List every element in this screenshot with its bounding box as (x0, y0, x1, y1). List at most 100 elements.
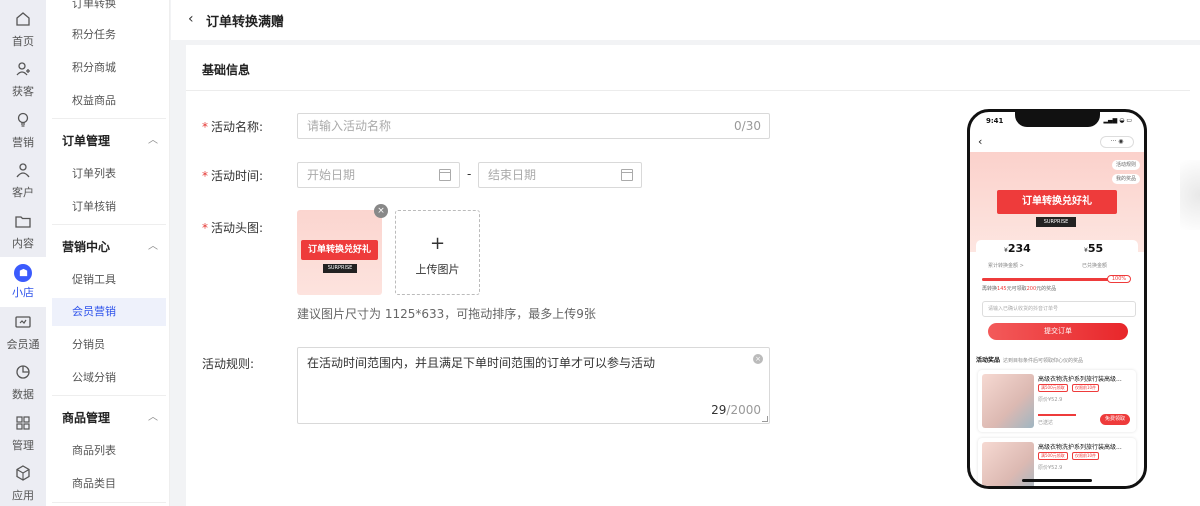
phone-amount-left-caption: 累计转换金额 > (988, 263, 1024, 269)
phone-amount-left: ¥234 (1004, 242, 1031, 255)
rail-item-folder[interactable]: 内容 (0, 206, 46, 256)
thumbnail-tag: SURPRISE (323, 264, 357, 273)
chevron-up-icon: ︿ (148, 412, 158, 423)
rail-item-grid[interactable]: 管理 (0, 408, 46, 458)
menu-item-points-mall[interactable]: 积分商城 (52, 54, 166, 82)
rules-char-count: 29/2000 (711, 403, 761, 417)
start-date-placeholder: 开始日期 (307, 168, 356, 182)
grid-icon (14, 414, 32, 437)
bulb-icon (14, 111, 32, 134)
note-post: 元的奖品 (1036, 286, 1057, 292)
rail-item-label: 应用 (12, 489, 34, 502)
menu-item-goods-category[interactable]: 商品类目 (52, 470, 166, 498)
phone-submit-button: 提交订单 (988, 323, 1128, 340)
menu-item-order-list[interactable]: 订单列表 (52, 160, 166, 188)
product-progress (1038, 414, 1076, 416)
activity-rules-textarea[interactable]: 在活动时间范围内，并且满足下单时间范围的订单才可以参与活动 × 29/2000 (297, 347, 770, 424)
user-add-icon (14, 60, 32, 83)
calendar-icon (621, 169, 633, 181)
activity-time-label: * 活动时间: (202, 167, 263, 184)
product-price: 原价¥52.9 (1038, 397, 1063, 403)
menu-item-benefit-goods[interactable]: 权益商品 (52, 87, 166, 115)
menu-item-promo-tools[interactable]: 促销工具 (52, 266, 166, 294)
phone-progress-fill (982, 278, 1112, 281)
product-price: 原价¥52.9 (1038, 465, 1063, 471)
note-pre: 再转换 (982, 286, 998, 292)
start-date-input[interactable]: 开始日期 (297, 162, 460, 188)
upload-image-button[interactable]: + 上传图片 (395, 210, 480, 295)
product-status: 已送达 (1038, 420, 1054, 426)
product-chip: 仅限前10件 (1072, 452, 1100, 460)
menu-group-goods-label: 商品管理 (62, 411, 111, 425)
phone-status-icons: ▂▄▆ ◒ ▭ (1103, 117, 1132, 124)
note-mid: 元可领取 (1006, 286, 1027, 292)
rail-item-label: 首页 (12, 34, 34, 48)
phone-rules-pill: 活动规则 (1111, 160, 1140, 170)
end-date-placeholder: 结束日期 (488, 168, 537, 182)
prize-title: 活动奖品 (976, 357, 1001, 364)
prize-subtitle: 达到目标条件后可领取仰心仪的奖品 (1003, 358, 1084, 364)
phone-amount-right: ¥55 (1084, 242, 1103, 255)
section-divider (186, 90, 1190, 91)
menu-item-points-tasks[interactable]: 积分任务 (52, 21, 166, 49)
phone-amount-right-caption: 已兑换金额 (1082, 263, 1108, 269)
miniapp-capsule-icon: ··· ◉ (1100, 136, 1134, 148)
activity-name-input[interactable]: 请输入活动名称 0/30 (297, 113, 770, 139)
uploaded-image-thumbnail[interactable]: 订单转换兑好礼 SURPRISE (297, 210, 382, 295)
rail-item-bulb[interactable]: 营销 (0, 105, 46, 155)
activity-name-placeholder: 请输入活动名称 (307, 119, 392, 133)
rail-item-home[interactable]: 首页 (0, 4, 46, 54)
menu-item-goods-list[interactable]: 商品列表 (52, 437, 166, 465)
clear-icon[interactable]: × (753, 354, 763, 364)
phone-amount-right-value: 55 (1087, 242, 1104, 255)
shop-icon (14, 263, 32, 284)
menu-group-marketing[interactable]: 营销中心 ︿ (52, 233, 166, 261)
rail-item-member-card[interactable]: 会员通 (0, 307, 46, 357)
phone-progress-bar (982, 278, 1112, 281)
home-icon (14, 10, 32, 33)
required-mark: * (202, 169, 208, 183)
menu-divider (52, 502, 166, 503)
phone-amount-left-value: 234 (1007, 242, 1031, 255)
menu-item-order-convert[interactable]: 订单转换 (52, 0, 166, 18)
chevron-left-icon[interactable]: ‹ (188, 11, 194, 27)
phone-prizes-pill: 我的奖品 (1111, 174, 1140, 184)
rail-item-cube[interactable]: 应用 (0, 459, 46, 506)
date-range-separator: - (467, 167, 472, 181)
chevron-up-icon: ︿ (148, 135, 158, 146)
phone-clock: 9:41 (986, 117, 1004, 125)
activity-image-label-text: 活动头图: (211, 221, 264, 235)
rail-item-shop[interactable]: 小店 (0, 256, 46, 307)
menu-item-distributor[interactable]: 分销员 (52, 331, 166, 359)
rail-item-label: 内容 (12, 236, 34, 250)
rail-item-user[interactable]: 客户 (0, 156, 46, 206)
product-chip: 满500元领取 (1038, 452, 1068, 460)
menu-item-member-marketing[interactable]: 会员营销 (52, 298, 166, 326)
char-count: 0/30 (734, 119, 761, 133)
upload-image-label: 上传图片 (415, 263, 460, 276)
activity-rules-value: 在活动时间范围内，并且满足下单时间范围的订单才可以参与活动 (307, 356, 656, 370)
menu-group-goods[interactable]: 商品管理 ︿ (52, 404, 166, 432)
rail-item-user-add[interactable]: 获客 (0, 55, 46, 105)
rail-item-label: 营销 (12, 135, 34, 149)
rail-item-pie-chart[interactable]: 数据 (0, 358, 46, 408)
menu-group-marketing-label: 营销中心 (62, 240, 111, 254)
remove-image-icon[interactable]: × (374, 204, 388, 218)
end-date-input[interactable]: 结束日期 (478, 162, 642, 188)
page-header: ‹ 订单转换满赠 (171, 0, 1200, 40)
phone-order-input: 请输入已确认收货的抖音订单号 (982, 301, 1136, 317)
resize-handle[interactable] (762, 416, 768, 422)
phone-banner: 订单转换兑好礼 (997, 190, 1117, 214)
phone-product-card: 高级衣物洗护系列旅行装高级... 满500元领取 仅限前10件 原价¥52.9 … (978, 370, 1136, 432)
menu-item-public-distribution[interactable]: 公域分销 (52, 364, 166, 392)
phone-prize-section-title: 活动奖品 达到目标条件后可领取仰心仪的奖品 (976, 355, 1083, 364)
chevron-up-icon: ︿ (148, 241, 158, 252)
pie-chart-icon (14, 363, 32, 386)
menu-group-order-label: 订单管理 (62, 134, 111, 148)
menu-item-order-verify[interactable]: 订单核销 (52, 193, 166, 221)
menu-group-order[interactable]: 订单管理 ︿ (52, 127, 166, 155)
secondary-menu: 订单转换 积分任务 积分商城 权益商品 订单管理 ︿ 订单列表 订单核销 营销中… (46, 0, 170, 506)
product-chip: 仅限前10件 (1072, 384, 1100, 392)
phone-home-indicator (1022, 479, 1092, 482)
activity-rules-label: 活动规则: (202, 357, 255, 371)
